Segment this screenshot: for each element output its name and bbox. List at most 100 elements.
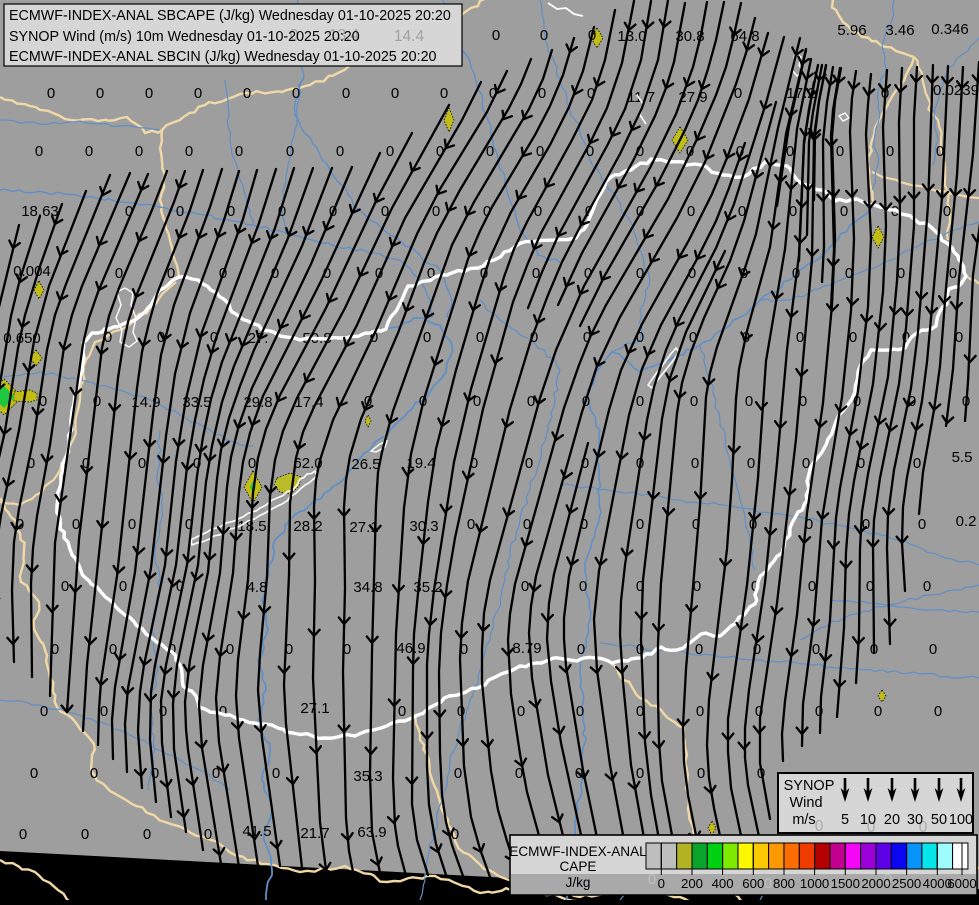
- svg-text:21.7: 21.7: [300, 825, 329, 842]
- svg-text:0: 0: [929, 641, 937, 658]
- svg-text:0: 0: [128, 516, 136, 533]
- svg-text:0: 0: [745, 393, 753, 410]
- svg-text:0: 0: [61, 578, 69, 595]
- svg-text:50: 50: [931, 812, 947, 828]
- svg-text:5: 5: [841, 812, 849, 828]
- svg-text:ECMWF-INDEX-ANAL SBCAPE (J/kg): ECMWF-INDEX-ANAL SBCAPE (J/kg) Wednesday…: [9, 8, 451, 24]
- svg-text:0: 0: [586, 143, 594, 160]
- svg-text:0: 0: [176, 203, 184, 220]
- svg-text:0: 0: [272, 765, 280, 782]
- svg-text:0: 0: [96, 85, 104, 102]
- svg-text:400: 400: [712, 876, 734, 891]
- svg-text:4.8: 4.8: [247, 579, 268, 596]
- svg-text:0: 0: [467, 516, 475, 533]
- svg-text:0: 0: [100, 703, 108, 720]
- svg-text:0.346: 0.346: [931, 21, 969, 38]
- svg-text:0.0239: 0.0239: [933, 82, 979, 99]
- svg-text:0: 0: [35, 143, 43, 160]
- svg-text:0: 0: [658, 876, 665, 891]
- svg-text:0: 0: [636, 393, 644, 410]
- svg-text:0: 0: [386, 143, 394, 160]
- svg-text:ECMWF-INDEX-ANAL SBCIN (J/kg): ECMWF-INDEX-ANAL SBCIN (J/kg) Wednesday …: [9, 49, 437, 65]
- svg-text:0: 0: [576, 703, 584, 720]
- svg-text:5.5: 5.5: [952, 449, 973, 466]
- svg-text:0: 0: [764, 875, 772, 892]
- svg-text:0: 0: [454, 765, 462, 782]
- svg-text:200: 200: [681, 876, 703, 891]
- svg-text:0: 0: [636, 516, 644, 533]
- svg-text:2000: 2000: [861, 876, 890, 891]
- svg-text:0: 0: [226, 641, 234, 658]
- svg-text:0: 0: [923, 578, 931, 595]
- svg-text:0: 0: [286, 143, 294, 160]
- svg-text:0: 0: [248, 455, 256, 472]
- svg-text:m/s: m/s: [792, 812, 815, 828]
- svg-text:0: 0: [204, 826, 212, 843]
- svg-text:0: 0: [138, 455, 146, 472]
- svg-text:0: 0: [696, 703, 704, 720]
- svg-text:0: 0: [391, 85, 399, 102]
- svg-text:0: 0: [747, 455, 755, 472]
- svg-text:0: 0: [342, 85, 350, 102]
- svg-text:0: 0: [90, 765, 98, 782]
- svg-text:0: 0: [934, 703, 942, 720]
- svg-text:0: 0: [398, 703, 406, 720]
- svg-text:0: 0: [476, 329, 484, 346]
- svg-text:5.96: 5.96: [837, 22, 866, 39]
- svg-text:SYNOP: SYNOP: [784, 778, 835, 794]
- svg-text:10: 10: [860, 812, 876, 828]
- svg-text:0: 0: [143, 826, 151, 843]
- svg-text:0: 0: [135, 143, 143, 160]
- svg-text:0.2: 0.2: [956, 513, 977, 530]
- svg-text:0: 0: [30, 765, 38, 782]
- svg-text:13.0: 13.0: [617, 28, 646, 45]
- svg-text:0: 0: [243, 85, 251, 102]
- svg-text:0: 0: [440, 85, 448, 102]
- svg-text:0: 0: [81, 826, 89, 843]
- svg-text:1000: 1000: [800, 876, 829, 891]
- svg-text:0: 0: [235, 143, 243, 160]
- svg-text:3.46: 3.46: [885, 22, 914, 39]
- svg-text:0: 0: [636, 765, 644, 782]
- svg-text:0: 0: [185, 143, 193, 160]
- svg-text:30: 30: [907, 812, 923, 828]
- svg-text:35.3: 35.3: [353, 768, 382, 785]
- svg-text:0: 0: [492, 27, 500, 44]
- svg-text:0: 0: [145, 85, 153, 102]
- svg-text:SYNOP Wind (m/s) 10m Wednesday: SYNOP Wind (m/s) 10m Wednesday 01-10-202…: [9, 29, 360, 45]
- svg-text:0: 0: [292, 85, 300, 102]
- svg-text:100: 100: [949, 812, 973, 828]
- svg-text:0: 0: [19, 826, 27, 843]
- svg-text:28.2: 28.2: [293, 518, 322, 535]
- svg-text:0: 0: [691, 455, 699, 472]
- svg-text:0: 0: [849, 329, 857, 346]
- svg-text:600: 600: [742, 876, 764, 891]
- svg-text:0: 0: [695, 641, 703, 658]
- svg-text:46.9: 46.9: [396, 640, 425, 657]
- svg-text:8.79: 8.79: [512, 640, 541, 657]
- svg-text:0: 0: [194, 85, 202, 102]
- svg-text:0: 0: [840, 203, 848, 220]
- svg-text:0: 0: [119, 578, 127, 595]
- svg-text:0: 0: [687, 203, 695, 220]
- svg-text:0: 0: [648, 871, 656, 888]
- svg-text:0: 0: [432, 203, 440, 220]
- svg-text:2500: 2500: [892, 876, 921, 891]
- svg-text:26.5: 26.5: [351, 456, 380, 473]
- svg-text:800: 800: [773, 876, 795, 891]
- svg-text:0: 0: [219, 703, 227, 720]
- svg-text:0: 0: [836, 143, 844, 160]
- svg-text:0: 0: [525, 455, 533, 472]
- svg-text:0: 0: [451, 826, 459, 843]
- svg-text:0: 0: [423, 329, 431, 346]
- svg-text:0: 0: [540, 27, 548, 44]
- svg-text:20: 20: [884, 812, 900, 828]
- svg-text:0: 0: [808, 578, 816, 595]
- svg-text:0: 0: [815, 703, 823, 720]
- svg-text:0: 0: [40, 703, 48, 720]
- svg-text:0: 0: [85, 143, 93, 160]
- svg-text:ECMWF-INDEX-ANAL: ECMWF-INDEX-ANAL: [509, 844, 647, 859]
- svg-text:Wind: Wind: [789, 795, 822, 811]
- svg-text:0: 0: [690, 393, 698, 410]
- svg-text:0: 0: [336, 143, 344, 160]
